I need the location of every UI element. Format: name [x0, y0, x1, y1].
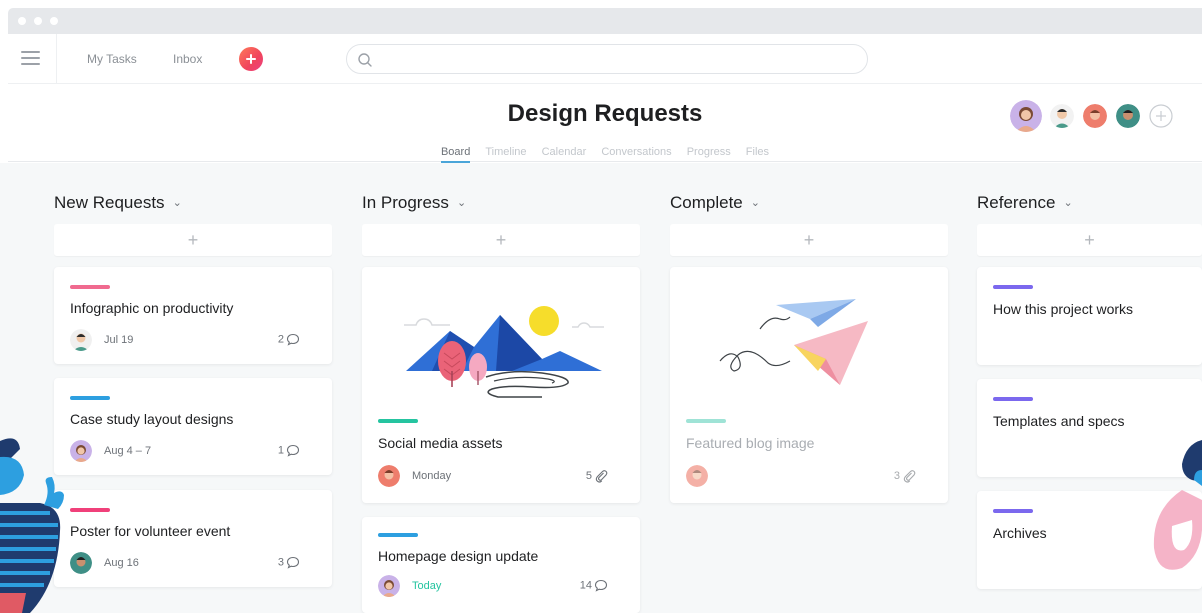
tag-blue: [378, 533, 418, 537]
landscape-illustration: [404, 306, 604, 398]
tab-conversations[interactable]: Conversations: [601, 146, 671, 161]
character-illustration: [1153, 440, 1202, 570]
tag-teal: [378, 419, 418, 423]
attachment-count: 5: [586, 469, 608, 483]
task-card[interactable]: Social media assets Monday 5: [362, 267, 640, 503]
tab-timeline[interactable]: Timeline: [485, 146, 526, 161]
comment-count: 14: [580, 579, 608, 592]
add-task-button[interactable]: +: [54, 224, 332, 256]
comment-icon: [286, 444, 300, 457]
tag-pink: [70, 285, 110, 289]
task-card[interactable]: Infographic on productivity Jul 19 2: [54, 267, 332, 364]
task-name: Social media assets: [378, 435, 503, 451]
tag-purple: [993, 509, 1033, 513]
task-name: Homepage design update: [378, 548, 539, 564]
task-meta: Aug 4 – 7 1: [70, 440, 316, 462]
attachment-icon: [595, 470, 608, 483]
assignee-avatar[interactable]: [378, 465, 400, 487]
task-card[interactable]: Homepage design update Today 14: [362, 517, 640, 613]
due-date: Aug 16: [104, 557, 139, 569]
comment-icon: [594, 579, 608, 592]
task-name: Infographic on productivity: [70, 300, 234, 316]
column-header[interactable]: Reference ⌄: [977, 193, 1073, 215]
task-card[interactable]: Case study layout designs Aug 4 – 7 1: [54, 378, 332, 475]
my-tasks-link[interactable]: My Tasks: [87, 52, 137, 66]
avatar[interactable]: [1010, 100, 1042, 132]
assignee-avatar[interactable]: [70, 329, 92, 351]
chevron-down-icon[interactable]: ⌄: [173, 197, 182, 209]
column-title: In Progress: [362, 193, 449, 212]
divider: [56, 34, 57, 84]
chevron-down-icon[interactable]: ⌄: [457, 197, 466, 209]
column-title: New Requests: [54, 193, 165, 212]
project-members: [1010, 100, 1180, 132]
comment-count: 3: [278, 556, 300, 569]
task-name: How this project works: [993, 301, 1134, 317]
avatar[interactable]: [1083, 104, 1107, 128]
avatar[interactable]: [1116, 104, 1140, 128]
menu-icon[interactable]: [21, 51, 40, 66]
due-date: Aug 4 – 7: [104, 445, 152, 457]
project-header: Design Requests Board Timeline Calendar …: [8, 84, 1202, 163]
task-name: Poster for volunteer event: [70, 523, 231, 539]
assignee-avatar[interactable]: [378, 575, 400, 597]
due-date: Jul 19: [104, 334, 134, 346]
task-card[interactable]: How this project works: [977, 267, 1202, 365]
tag-purple: [993, 285, 1033, 289]
chevron-down-icon[interactable]: ⌄: [1063, 197, 1072, 209]
top-bar: My Tasks Inbox: [8, 34, 1202, 84]
quick-add-button[interactable]: [239, 47, 263, 71]
task-name: Archives: [993, 525, 1047, 541]
tab-files[interactable]: Files: [746, 146, 769, 161]
column-header[interactable]: New Requests ⌄: [54, 193, 182, 215]
tab-calendar[interactable]: Calendar: [542, 146, 587, 161]
tag-purple: [993, 397, 1033, 401]
comment-icon: [286, 333, 300, 346]
window-minimize-dot[interactable]: [34, 17, 42, 25]
due-date: Today: [412, 580, 442, 592]
search-icon: [358, 53, 372, 67]
tag-blue: [70, 396, 110, 400]
column-header[interactable]: In Progress ⌄: [362, 193, 466, 215]
assignee-avatar[interactable]: [686, 465, 708, 487]
board: New Requests ⌄ + Infographic on productiv…: [0, 163, 1202, 613]
attachment-icon: [903, 470, 916, 483]
avatar[interactable]: [1050, 104, 1074, 128]
column-header[interactable]: Complete ⌄: [670, 193, 760, 215]
chevron-down-icon[interactable]: ⌄: [751, 197, 760, 209]
add-task-button[interactable]: +: [977, 224, 1202, 256]
tab-board[interactable]: Board: [440, 146, 471, 163]
attachment-count: 3: [894, 469, 916, 483]
add-task-button[interactable]: +: [670, 224, 948, 256]
task-meta: Monday 5: [378, 465, 624, 487]
comment-icon: [286, 556, 300, 569]
window-maximize-dot[interactable]: [50, 17, 58, 25]
due-date: Monday: [412, 470, 452, 482]
tab-progress[interactable]: Progress: [687, 146, 731, 161]
search-input[interactable]: [346, 44, 868, 74]
waving-character-illustration: [0, 438, 64, 613]
add-task-button[interactable]: +: [362, 224, 640, 256]
add-member-icon[interactable]: [1149, 104, 1173, 128]
task-meta: 3: [686, 465, 932, 487]
tag-light-teal: [686, 419, 726, 423]
task-meta: Jul 19 2: [70, 329, 316, 351]
task-card[interactable]: Featured blog image 3: [670, 267, 948, 503]
window-close-dot[interactable]: [18, 17, 26, 25]
task-card[interactable]: Poster for volunteer event Aug 16 3: [54, 490, 332, 587]
task-meta: Aug 16 3: [70, 552, 316, 574]
window-chrome: [8, 8, 1202, 34]
task-meta: Today 14: [378, 575, 624, 597]
project-tabs: Board Timeline Calendar Conversations Pr…: [8, 146, 1202, 163]
comment-count: 2: [278, 333, 300, 346]
paper-plane-illustration: [719, 299, 868, 385]
column-title: Reference: [977, 193, 1056, 212]
task-name: Featured blog image: [686, 435, 815, 451]
task-name: Templates and specs: [993, 413, 1125, 429]
inbox-link[interactable]: Inbox: [173, 52, 202, 66]
comment-count: 1: [278, 444, 300, 457]
app-window: My Tasks Inbox Design Requests Board Tim…: [0, 0, 1202, 613]
task-name: Case study layout designs: [70, 411, 234, 427]
column-title: Complete: [670, 193, 743, 212]
